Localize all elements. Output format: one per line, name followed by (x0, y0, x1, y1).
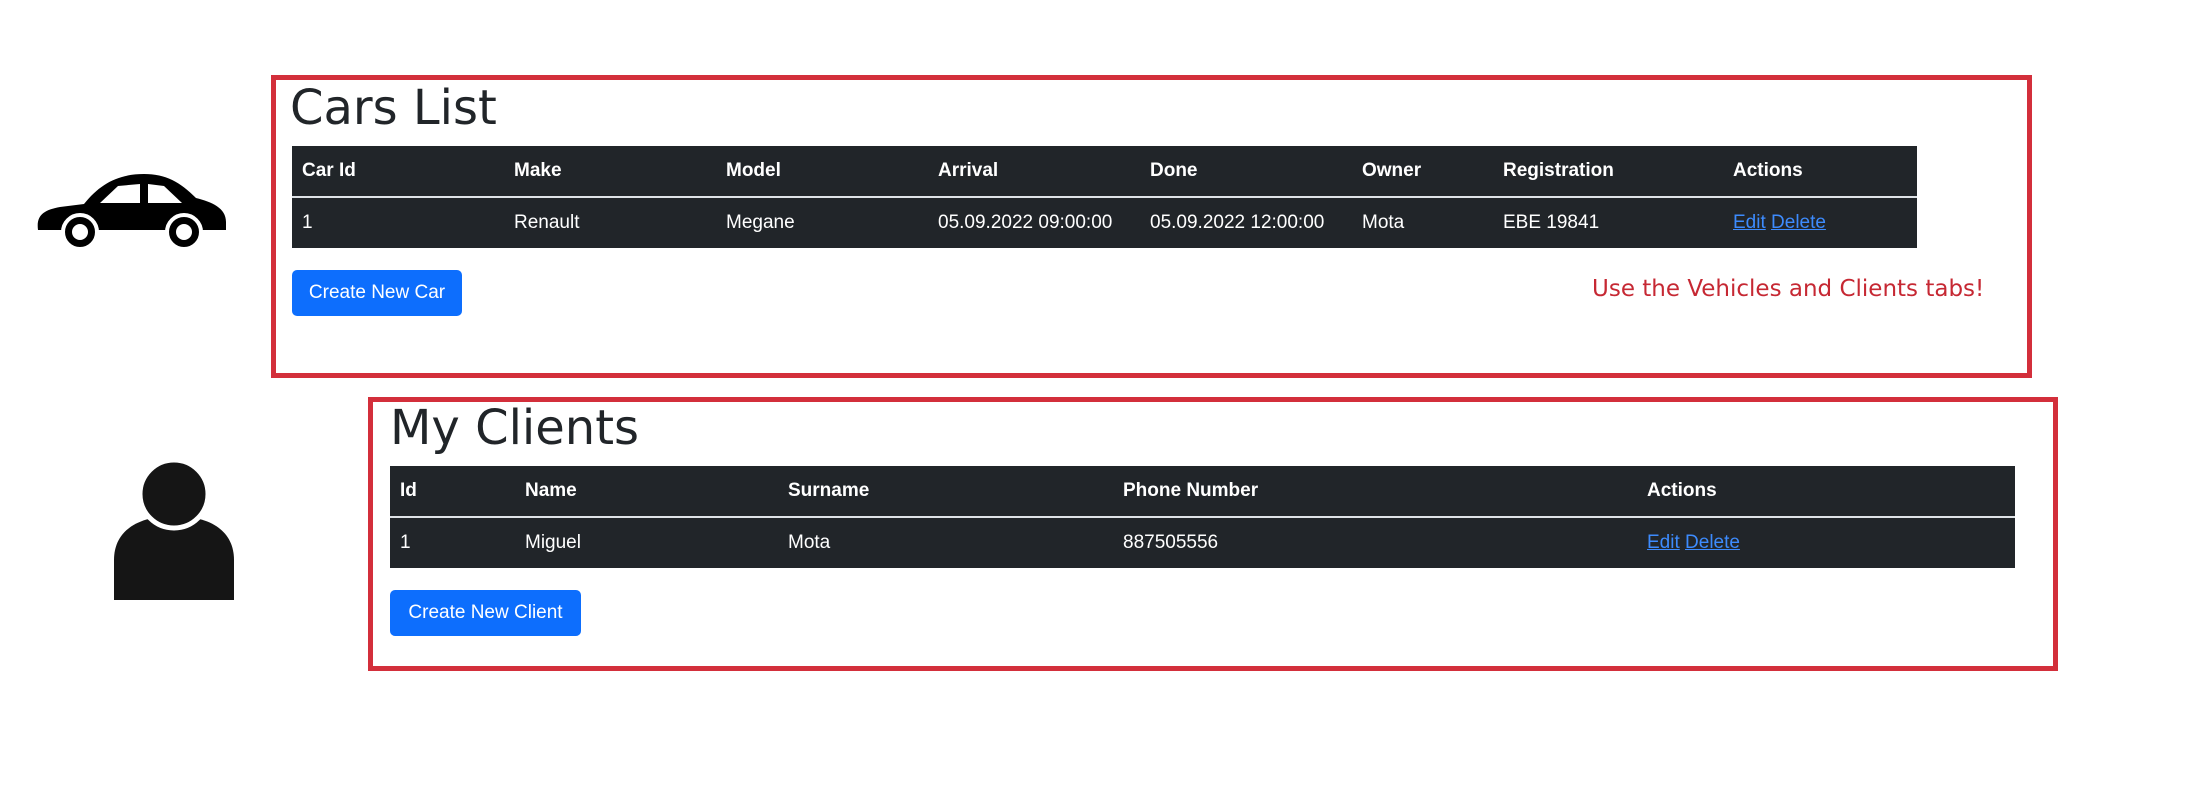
client-name-cell: Miguel (525, 532, 581, 553)
create-new-client-button[interactable]: Create New Client (390, 590, 581, 636)
client-surname-cell: Mota (788, 532, 831, 553)
car-icon (37, 174, 226, 250)
column-header: Id (390, 466, 515, 518)
column-header: Actions (1637, 466, 2015, 518)
car-actions-cell: Edit Delete (1723, 197, 1917, 248)
column-header: Car Id (292, 146, 504, 198)
column-header: Name (515, 466, 778, 518)
hint-text: Use the Vehicles and Clients tabs! (1592, 276, 1985, 302)
column-header: Phone Number (1113, 466, 1637, 518)
table-header-row: Car Id Make Model Arrival Done Owner Reg… (292, 146, 1917, 198)
client-actions-cell: Edit Delete (1637, 517, 2015, 568)
column-header: Actions (1723, 146, 1917, 198)
car-registration-cell: EBE 19841 (1503, 212, 1600, 233)
table-row: 1 Miguel Mota 887505556 Edit Delete (390, 517, 2015, 568)
column-header: Owner (1352, 146, 1493, 198)
cars-table: Car Id Make Model Arrival Done Owner Reg… (292, 146, 1917, 248)
delete-car-link[interactable]: Delete (1771, 212, 1826, 233)
column-header: Registration (1493, 146, 1723, 198)
car-done-cell: 05.09.2022 12:00:00 (1150, 212, 1325, 233)
car-model-cell: Megane (726, 212, 795, 233)
column-header: Arrival (928, 146, 1140, 198)
car-make-cell: Renault (514, 212, 580, 233)
column-header: Make (504, 146, 716, 198)
car-owner-cell: Mota (1362, 212, 1405, 233)
column-header: Surname (778, 466, 1113, 518)
column-header: Model (716, 146, 928, 198)
car-id-cell: 1 (302, 212, 313, 233)
cars-list-title: Cars List (290, 80, 497, 136)
delete-client-link[interactable]: Delete (1685, 532, 1740, 553)
person-icon (114, 460, 234, 600)
edit-client-link[interactable]: Edit (1647, 532, 1680, 553)
my-clients-title: My Clients (390, 400, 640, 456)
table-row: 1 Renault Megane 05.09.2022 09:00:00 05.… (292, 197, 1917, 248)
car-arrival-cell: 05.09.2022 09:00:00 (938, 212, 1113, 233)
client-phone-cell: 887505556 (1123, 532, 1219, 553)
edit-car-link[interactable]: Edit (1733, 212, 1766, 233)
column-header: Done (1140, 146, 1352, 198)
table-header-row: Id Name Surname Phone Number Actions (390, 466, 2015, 518)
clients-table: Id Name Surname Phone Number Actions 1 M… (390, 466, 2015, 568)
client-id-cell: 1 (400, 532, 411, 553)
create-new-car-button[interactable]: Create New Car (292, 270, 462, 316)
